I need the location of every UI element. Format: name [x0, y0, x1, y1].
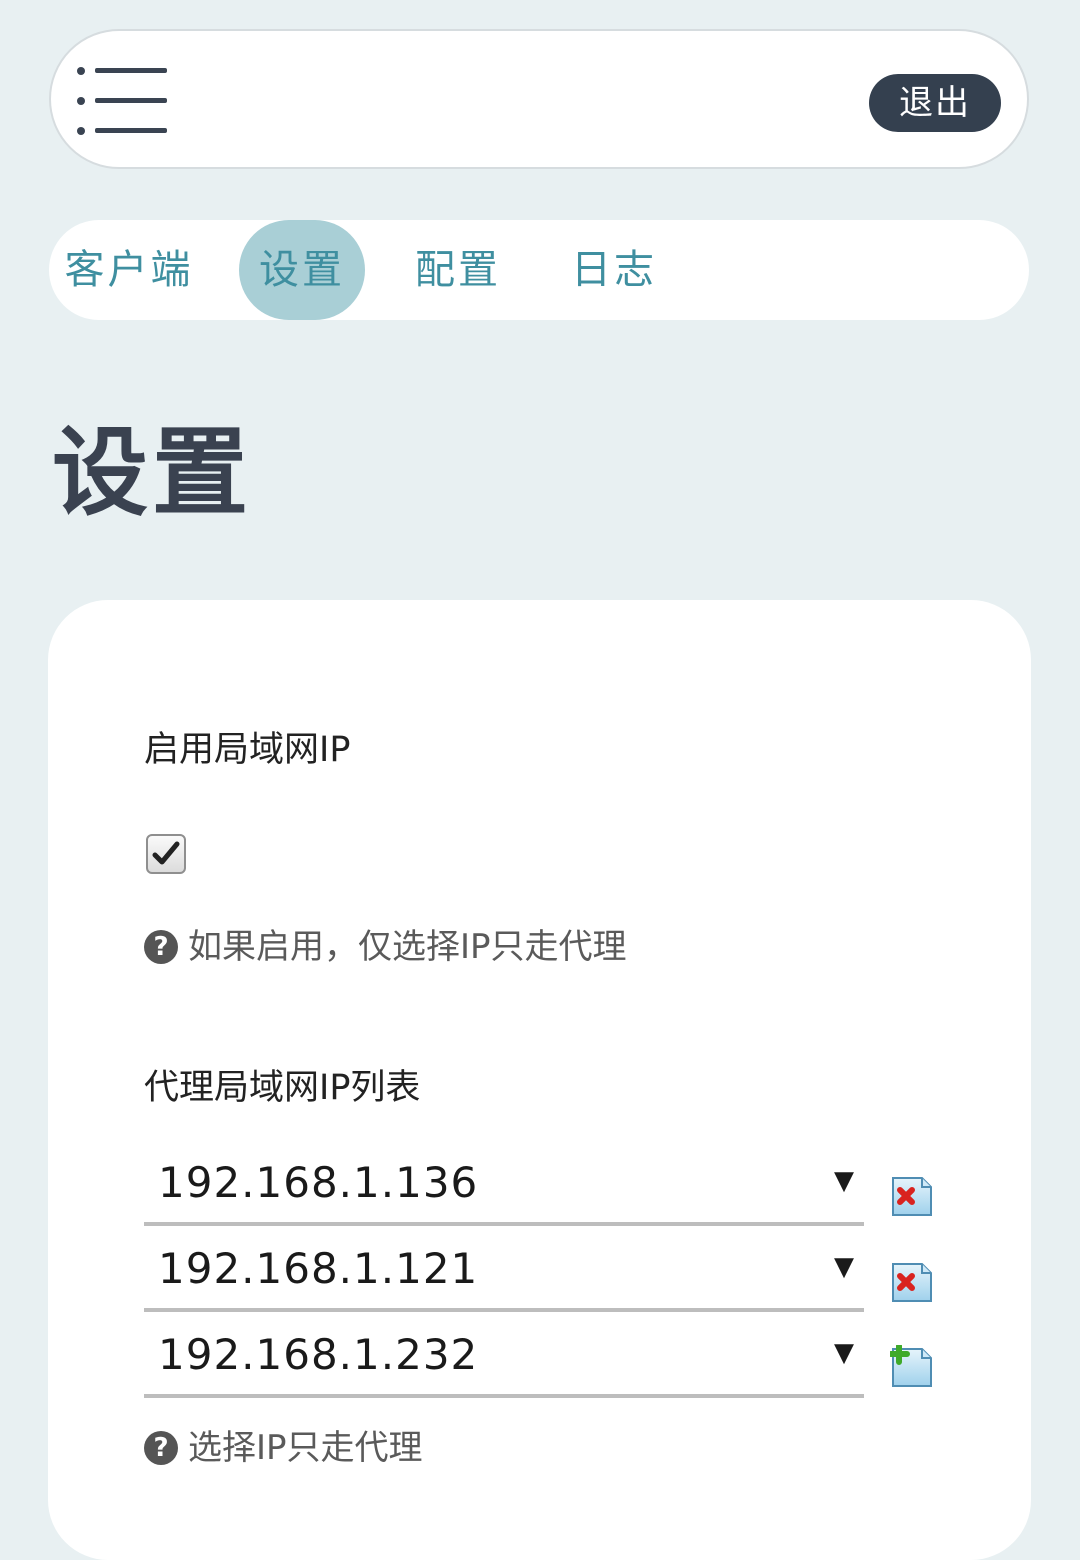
dropdown-arrow-icon: ▼ [834, 1338, 854, 1368]
dropdown-arrow-icon: ▼ [834, 1166, 854, 1196]
ip-select-2[interactable]: 192.168.1.121 ▼ [144, 1228, 864, 1312]
proxy-ip-list-hint: ? 选择IP只走代理 [144, 1426, 423, 1470]
settings-card: 启用局域网IP ? 如果启用，仅选择IP只走代理 代理局域网IP列表 192.1… [48, 600, 1031, 1560]
ip-select-1[interactable]: 192.168.1.136 ▼ [144, 1142, 864, 1226]
remove-icon [892, 1263, 932, 1302]
menu-icon[interactable] [73, 59, 173, 139]
proxy-ip-list-label: 代理局域网IP列表 [144, 1068, 421, 1108]
tab-settings[interactable]: 设置 [239, 220, 365, 320]
page-title: 设置 [52, 417, 252, 529]
tab-clients[interactable]: 客户端 [59, 220, 199, 320]
tab-config[interactable]: 配置 [395, 220, 521, 320]
enable-lan-ip-checkbox[interactable] [146, 834, 186, 874]
tab-logs[interactable]: 日志 [551, 220, 677, 320]
add-ip-button[interactable] [888, 1343, 934, 1389]
top-header: 退出 [49, 29, 1029, 169]
tab-bar: 客户端 设置 配置 日志 [49, 220, 1029, 320]
enable-lan-ip-hint: ? 如果启用，仅选择IP只走代理 [144, 925, 627, 969]
help-icon: ? [144, 1431, 178, 1465]
help-icon: ? [144, 930, 178, 964]
enable-lan-ip-label: 启用局域网IP [144, 730, 351, 770]
check-icon [152, 841, 180, 865]
logout-button[interactable]: 退出 [869, 74, 1001, 132]
ip-select-value: 192.168.1.136 [158, 1158, 479, 1207]
ip-select-value: 192.168.1.121 [158, 1244, 479, 1293]
remove-ip-button-1[interactable] [890, 1174, 934, 1218]
remove-icon [892, 1177, 932, 1216]
proxy-ip-list-hint-text: 选择IP只走代理 [188, 1428, 423, 1468]
enable-lan-ip-hint-text: 如果启用，仅选择IP只走代理 [188, 927, 627, 967]
remove-ip-button-2[interactable] [890, 1260, 934, 1304]
ip-select-3[interactable]: 192.168.1.232 ▼ [144, 1314, 864, 1398]
add-icon [888, 1343, 932, 1387]
dropdown-arrow-icon: ▼ [834, 1252, 854, 1282]
ip-select-value: 192.168.1.232 [158, 1330, 479, 1379]
